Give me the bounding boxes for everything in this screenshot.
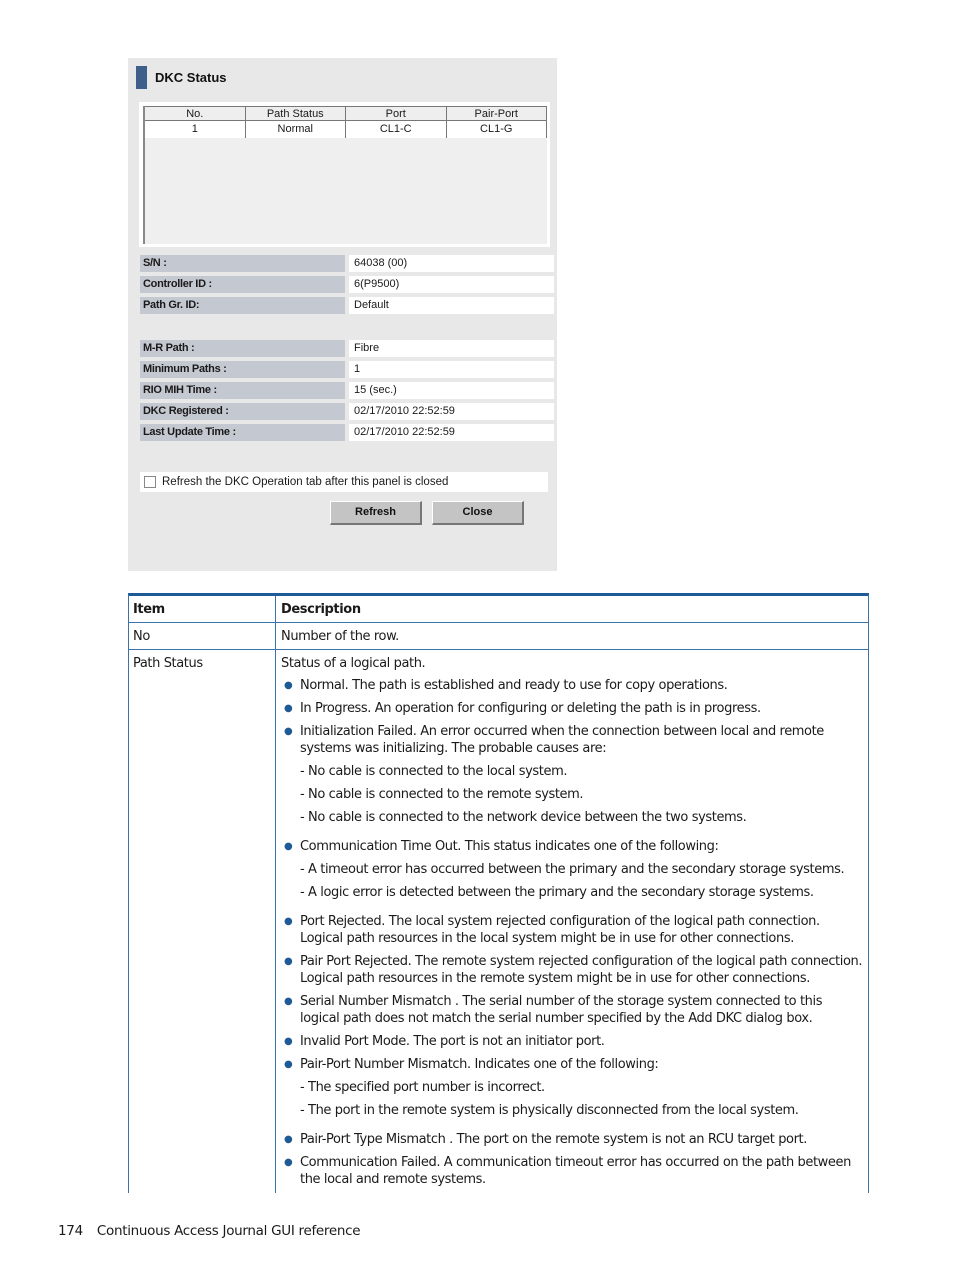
bullet-text: Communication Time Out. This status indi… [300,839,719,854]
bullet-item: ● Pair Port Rejected. The remote system r… [281,953,864,987]
property-controller-id: Controller ID : 6(P9500) [140,276,554,293]
bullet-icon: ● [284,996,293,1007]
refresh-tab-option[interactable]: Refresh the DKC Operation tab after this… [140,472,548,492]
bullet-icon: ● [284,916,293,927]
panel-title: DKC Status [155,70,227,85]
property-dkc-registered: DKC Registered : 02/17/2010 22:52:59 [140,403,554,420]
property-label: Path Gr. ID: [140,297,345,314]
bullet-item: ● Pair-Port Number Mismatch. Indicates o… [281,1056,864,1125]
header-description: Description [281,602,361,617]
path-grid-container: No. Path Status Port Pair-Port 1 Normal … [139,102,550,247]
bullet-text: Normal. The path is established and read… [300,678,728,693]
bullet-text: Initialization Failed. An error occurred… [300,724,824,756]
column-header-port[interactable]: Port [346,106,447,121]
bullet-item: ● Initialization Failed. An error occurr… [281,723,864,832]
cell-path-status: Normal [245,121,346,138]
bullet-text: Communication Failed. A communication ti… [300,1155,851,1187]
cell-pair-port: CL1-G [446,121,547,138]
property-value: Fibre [349,340,554,357]
bullet-icon: ● [284,726,293,737]
property-value: Default [349,297,554,314]
bullet-item: ● Communication Time Out. This status in… [281,838,864,907]
table-row: No Number of the row. [129,623,868,650]
bullet-icon: ● [284,956,293,967]
row-description: Number of the row. [281,629,399,644]
row-description: Status of a logical path. ● Normal. The p… [276,650,868,1193]
property-label: S/N : [140,255,345,272]
reference-table: Item Description No Number of the row. P… [128,593,869,1193]
table-row: Path Status Status of a logical path. ● N… [129,650,868,1193]
bullet-text: Pair-Port Type Mismatch . The port on th… [300,1132,807,1147]
bullet-item: ● Port Rejected. The local system rejecte… [281,913,864,947]
property-label: Controller ID : [140,276,345,293]
sub-item: - The port in the remote system is physi… [300,1103,799,1118]
bullet-item: ● Pair-Port Type Mismatch . The port on t… [281,1131,864,1148]
dkc-status-panel: DKC Status No. Path Status Port Pair-Por… [128,58,557,571]
bullet-text: Pair Port Rejected. The remote system re… [300,954,863,986]
bullet-icon: ● [284,841,293,852]
column-header-pair-port[interactable]: Pair-Port [446,106,547,121]
property-label: M-R Path : [140,340,345,357]
property-minimum-paths: Minimum Paths : 1 [140,361,554,378]
grid-row[interactable]: 1 Normal CL1-C CL1-G [145,121,547,138]
bullet-text: Port Rejected. The local system rejected… [300,914,820,946]
table-header-row: Item Description [129,596,868,623]
property-value: 64038 (00) [349,255,554,272]
property-label: Minimum Paths : [140,361,345,378]
bullet-icon: ● [284,703,293,714]
sub-item: - A timeout error has occurred between t… [300,862,845,877]
page-footer: 174 Continuous Access Journal GUI referen… [58,1223,361,1239]
row-item: Path Status [129,650,276,1193]
path-grid: No. Path Status Port Pair-Port 1 Normal … [143,106,547,244]
property-path-group-id: Path Gr. ID: Default [140,297,554,314]
sub-item: - No cable is connected to the local sys… [300,764,568,779]
property-mr-path: M-R Path : Fibre [140,340,554,357]
header-item: Item [129,596,276,622]
property-value: 15 (sec.) [349,382,554,399]
property-value: 1 [349,361,554,378]
bullet-icon: ● [284,680,293,691]
bullet-item: ● Communication Failed. A communication t… [281,1154,864,1188]
panel-header: DKC Status [136,66,227,89]
bullet-text: Pair-Port Number Mismatch. Indicates one… [300,1057,659,1072]
refresh-tab-checkbox[interactable] [144,476,156,488]
page-number: 174 [58,1223,83,1239]
bullet-icon: ● [284,1036,293,1047]
property-sn: S/N : 64038 (00) [140,255,554,272]
sub-item: - No cable is connected to the network d… [300,810,747,825]
bullet-text: Invalid Port Mode. The port is not an in… [300,1034,605,1049]
column-header-no[interactable]: No. [145,106,246,121]
bullet-item: ● Normal. The path is established and rea… [281,677,864,694]
close-button[interactable]: Close [432,501,524,525]
bullet-icon: ● [284,1157,293,1168]
grid-header: No. Path Status Port Pair-Port [145,106,547,121]
bullet-icon: ● [284,1134,293,1145]
cell-no: 1 [145,121,246,138]
bullet-icon: ● [284,1059,293,1070]
bullet-item: ● Serial Number Mismatch . The serial num… [281,993,864,1027]
sub-item: - A logic error is detected between the … [300,885,814,900]
row-item: No [129,623,276,649]
property-rio-mih-time: RIO MIH Time : 15 (sec.) [140,382,554,399]
bullet-text: Serial Number Mismatch . The serial numb… [300,994,823,1026]
property-label: RIO MIH Time : [140,382,345,399]
sub-item: - The specified port number is incorrect… [300,1080,545,1095]
bullet-item: ● In Progress. An operation for configuri… [281,700,864,717]
property-value: 02/17/2010 22:52:59 [349,424,554,441]
title-accent-bar [136,66,147,89]
column-header-path-status[interactable]: Path Status [245,106,346,121]
bullet-text: In Progress. An operation for configurin… [300,701,761,716]
sub-item: - No cable is connected to the remote sy… [300,787,584,802]
property-label: Last Update Time : [140,424,345,441]
bullet-item: ● Invalid Port Mode. The port is not an i… [281,1033,864,1050]
property-last-update-time: Last Update Time : 02/17/2010 22:52:59 [140,424,554,441]
property-value: 6(P9500) [349,276,554,293]
refresh-button[interactable]: Refresh [330,501,422,525]
refresh-tab-checkbox-label[interactable]: Refresh the DKC Operation tab after this… [162,476,448,488]
description-intro: Status of a logical path. [281,656,426,671]
section-title: Continuous Access Journal GUI reference [96,1223,361,1239]
property-value: 02/17/2010 22:52:59 [349,403,554,420]
property-label: DKC Registered : [140,403,345,420]
cell-port: CL1-C [346,121,447,138]
